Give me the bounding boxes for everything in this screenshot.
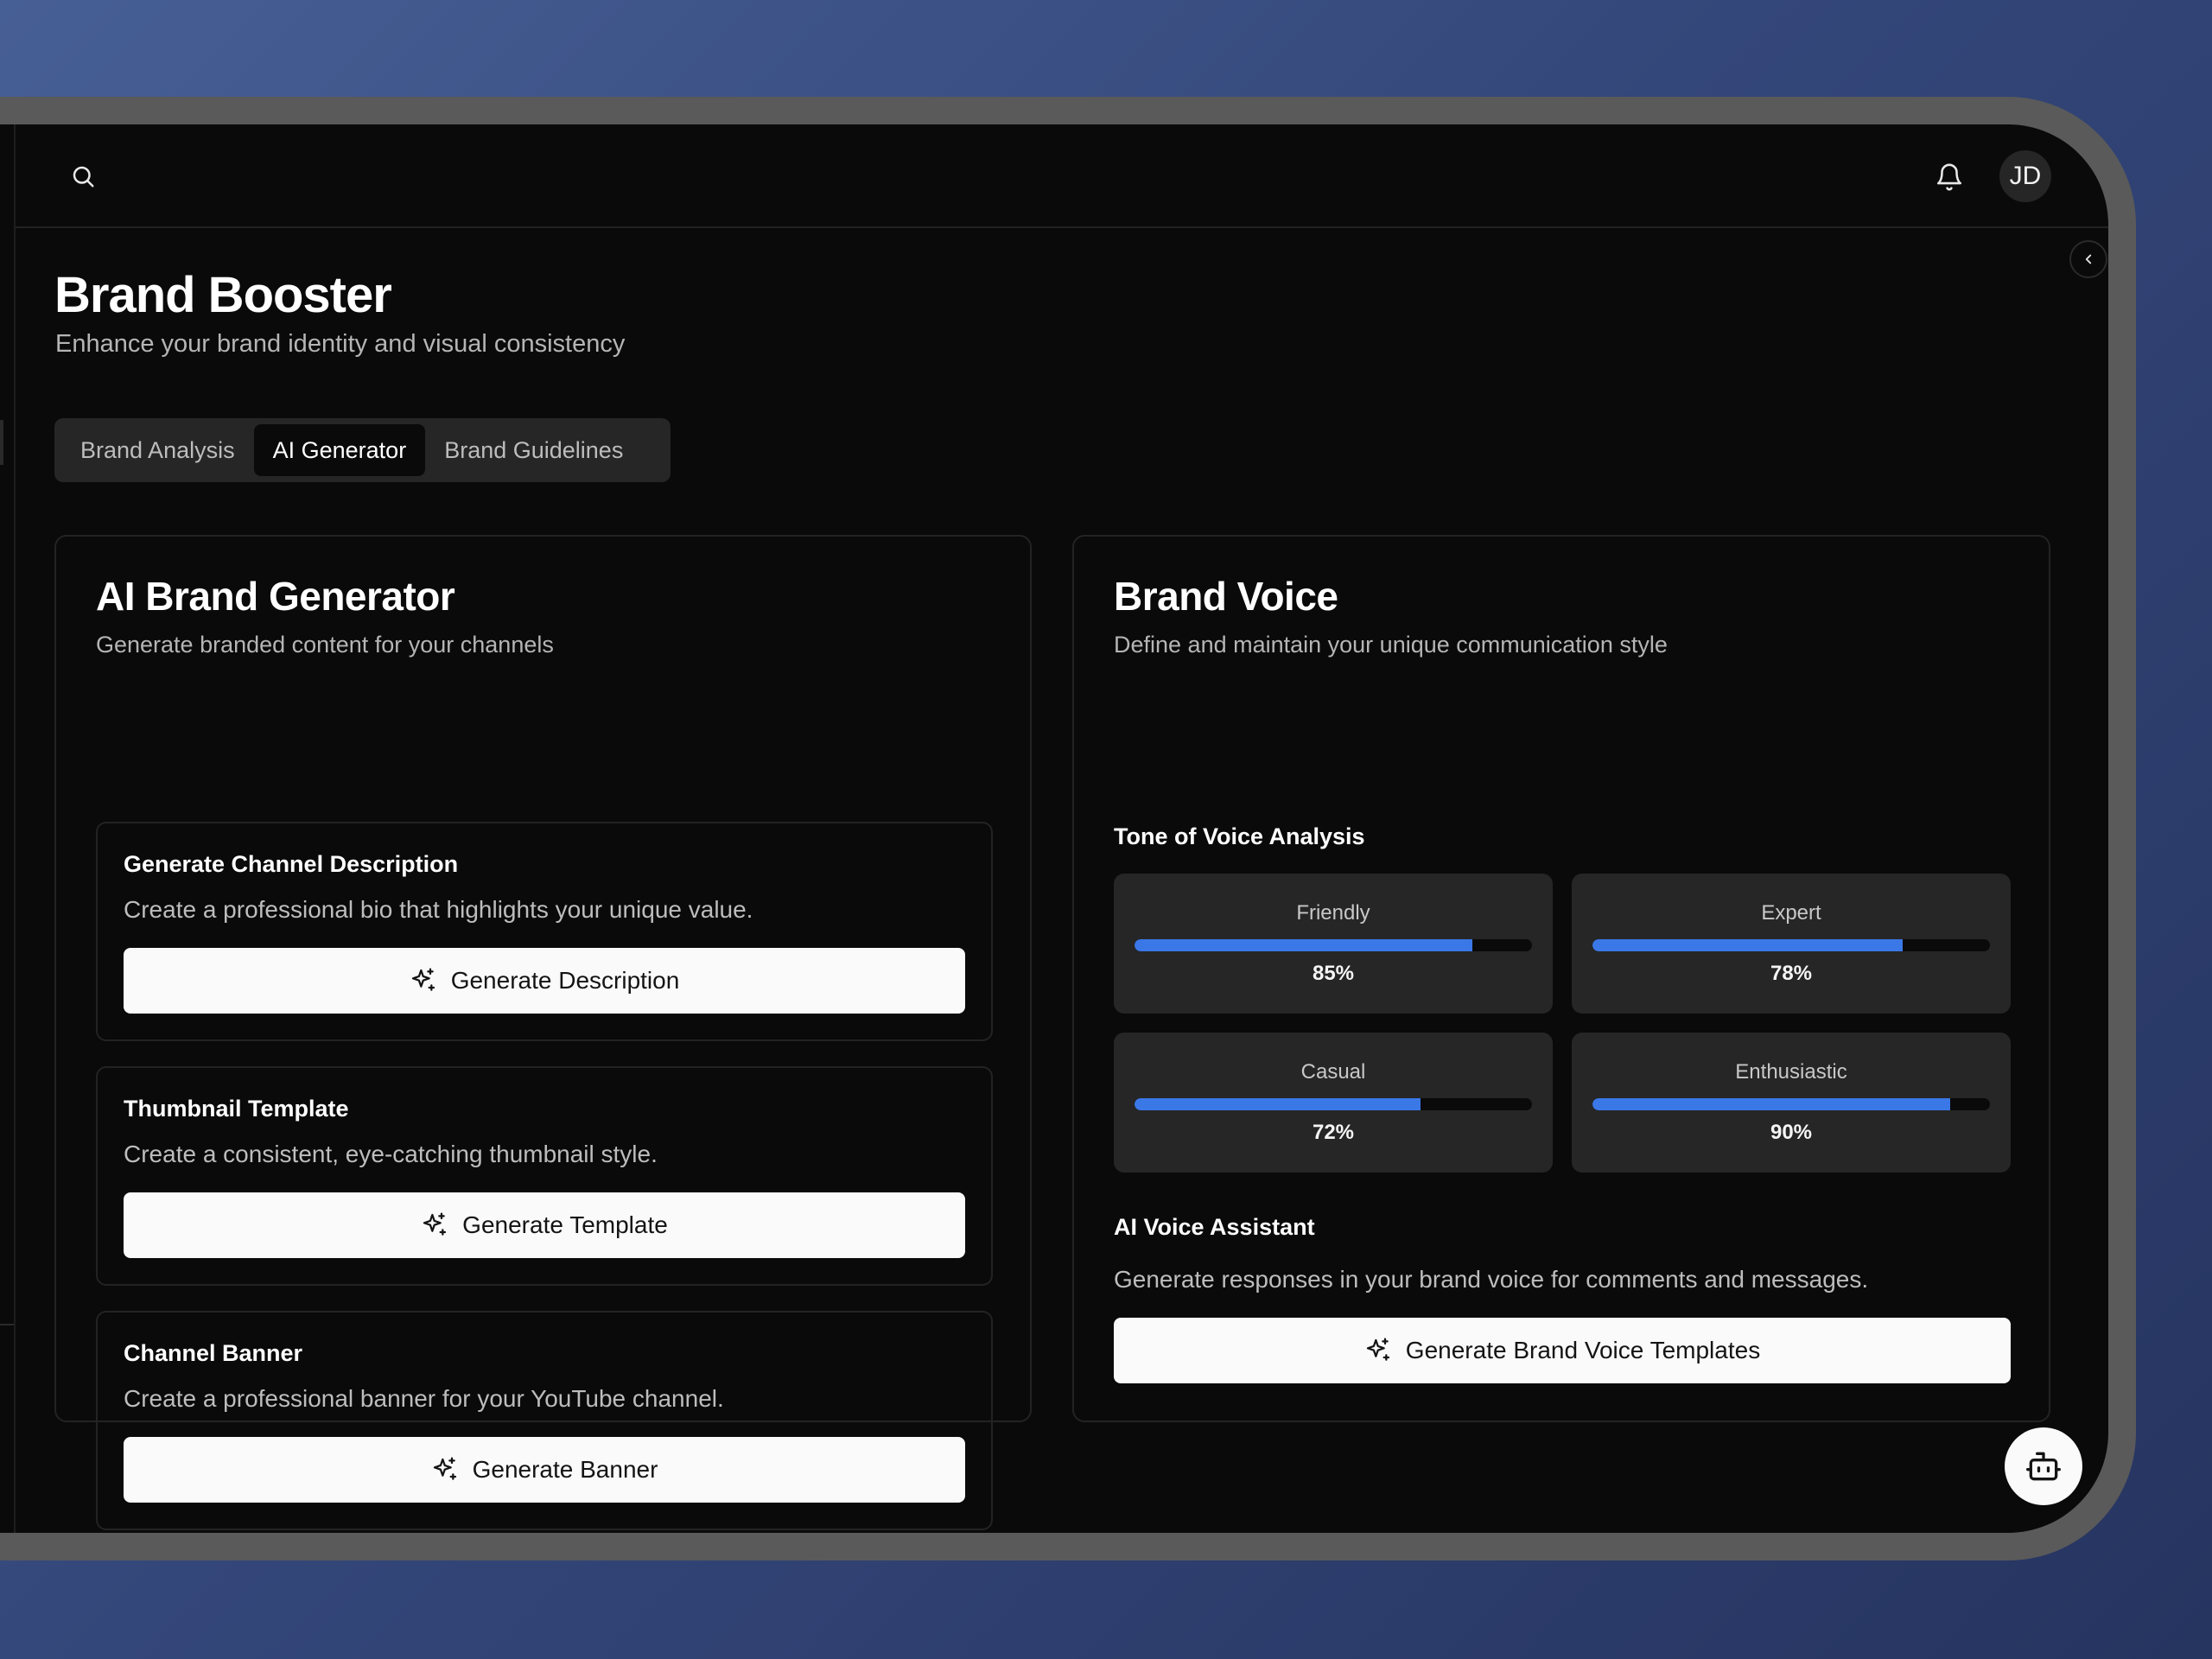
voice-assistant-heading: AI Voice Assistant — [1114, 1214, 1315, 1240]
generate-template-button[interactable]: Generate Template — [124, 1192, 965, 1258]
card-subtitle: Generate branded content for your channe… — [96, 632, 554, 658]
section-description: Create a professional bio that highlight… — [124, 896, 753, 923]
notifications-button[interactable] — [1930, 157, 1968, 197]
button-label: Generate Template — [462, 1211, 668, 1238]
section-description: Create a professional banner for your Yo… — [124, 1385, 724, 1412]
tone-tile-expert: Expert 78% — [1572, 874, 2011, 1014]
sparkles-icon — [1366, 1338, 1389, 1361]
app-window: JD Brand Booster Enhance your brand iden… — [0, 124, 2108, 1533]
tone-value: 85% — [1312, 962, 1355, 985]
voice-assistant-description: Generate responses in your brand voice f… — [1114, 1266, 1869, 1293]
generate-brand-voice-templates-button[interactable]: Generate Brand Voice Templates — [1114, 1318, 2011, 1383]
tab-ai-generator[interactable]: AI Generator — [253, 424, 426, 476]
generate-description-button[interactable]: Generate Description — [124, 948, 965, 1014]
tone-progress-track — [1135, 939, 1532, 951]
channel-description-section: Generate Channel Description Create a pr… — [96, 822, 993, 1041]
brand-voice-card: Brand Voice Define and maintain your uni… — [1072, 535, 2050, 1422]
sparkles-icon — [411, 968, 435, 991]
search-button[interactable] — [66, 157, 100, 195]
tone-progress-fill — [1592, 939, 1903, 951]
tone-tile-enthusiastic: Enthusiastic 90% — [1572, 1033, 2011, 1173]
tone-progress-fill — [1135, 939, 1472, 951]
sparkles-icon — [423, 1212, 447, 1236]
sidebar-indicator — [0, 420, 3, 465]
card-title: AI Brand Generator — [96, 574, 455, 619]
card-title: Brand Voice — [1114, 574, 1338, 619]
section-description: Create a consistent, eye-catching thumbn… — [124, 1141, 658, 1167]
tone-tile-casual: Casual 72% — [1114, 1033, 1553, 1173]
tone-value: 78% — [1770, 962, 1813, 985]
tone-value: 90% — [1770, 1121, 1813, 1144]
sidebar-edge — [14, 124, 16, 1533]
button-label: Generate Banner — [472, 1456, 658, 1483]
button-label: Generate Brand Voice Templates — [1405, 1337, 1761, 1363]
tone-name: Friendly — [1296, 901, 1370, 925]
collapse-panel-button[interactable] — [2069, 240, 2107, 278]
sparkles-icon — [433, 1457, 456, 1480]
tone-progress-track — [1592, 939, 1990, 951]
channel-banner-section: Channel Banner Create a professional ban… — [96, 1311, 993, 1530]
tab-bar: Brand Analysis AI Generator Brand Guidel… — [54, 418, 671, 482]
section-title: Generate Channel Description — [124, 851, 459, 877]
page-subtitle: Enhance your brand identity and visual c… — [55, 330, 626, 358]
section-title: Channel Banner — [124, 1340, 303, 1366]
bot-icon — [2026, 1452, 2061, 1481]
tone-value: 72% — [1312, 1121, 1355, 1144]
tab-brand-guidelines[interactable]: Brand Guidelines — [425, 424, 642, 476]
tone-analysis-heading: Tone of Voice Analysis — [1114, 823, 1365, 849]
tone-progress-fill — [1135, 1098, 1421, 1110]
tone-tile-friendly: Friendly 85% — [1114, 874, 1553, 1014]
section-title: Thumbnail Template — [124, 1096, 349, 1122]
ai-assistant-button[interactable] — [2005, 1427, 2082, 1505]
ai-brand-generator-card: AI Brand Generator Generate branded cont… — [54, 535, 1032, 1530]
generate-banner-button[interactable]: Generate Banner — [124, 1437, 965, 1503]
thumbnail-template-section: Thumbnail Template Create a consistent, … — [96, 1066, 993, 1286]
bell-icon — [1936, 163, 1962, 191]
tone-name: Casual — [1300, 1060, 1366, 1084]
avatar[interactable]: JD — [1999, 150, 2051, 202]
sidebar-divider — [0, 1324, 14, 1325]
tone-progress-track — [1135, 1098, 1532, 1110]
search-icon — [73, 166, 94, 188]
button-label: Generate Description — [450, 967, 680, 994]
tab-brand-analysis[interactable]: Brand Analysis — [61, 424, 254, 476]
tone-progress-track — [1592, 1098, 1990, 1110]
card-subtitle: Define and maintain your unique communic… — [1114, 632, 1668, 658]
top-bar: JD — [16, 124, 2108, 228]
tone-name: Expert — [1761, 901, 1821, 925]
tone-progress-fill — [1592, 1098, 1950, 1110]
page-title: Brand Booster — [54, 267, 392, 323]
tone-name: Enthusiastic — [1735, 1060, 1847, 1084]
tone-grid: Friendly 85% Expert 78% Casual 72% Enthu… — [1114, 874, 2011, 1173]
chevron-left-icon — [2085, 254, 2092, 264]
